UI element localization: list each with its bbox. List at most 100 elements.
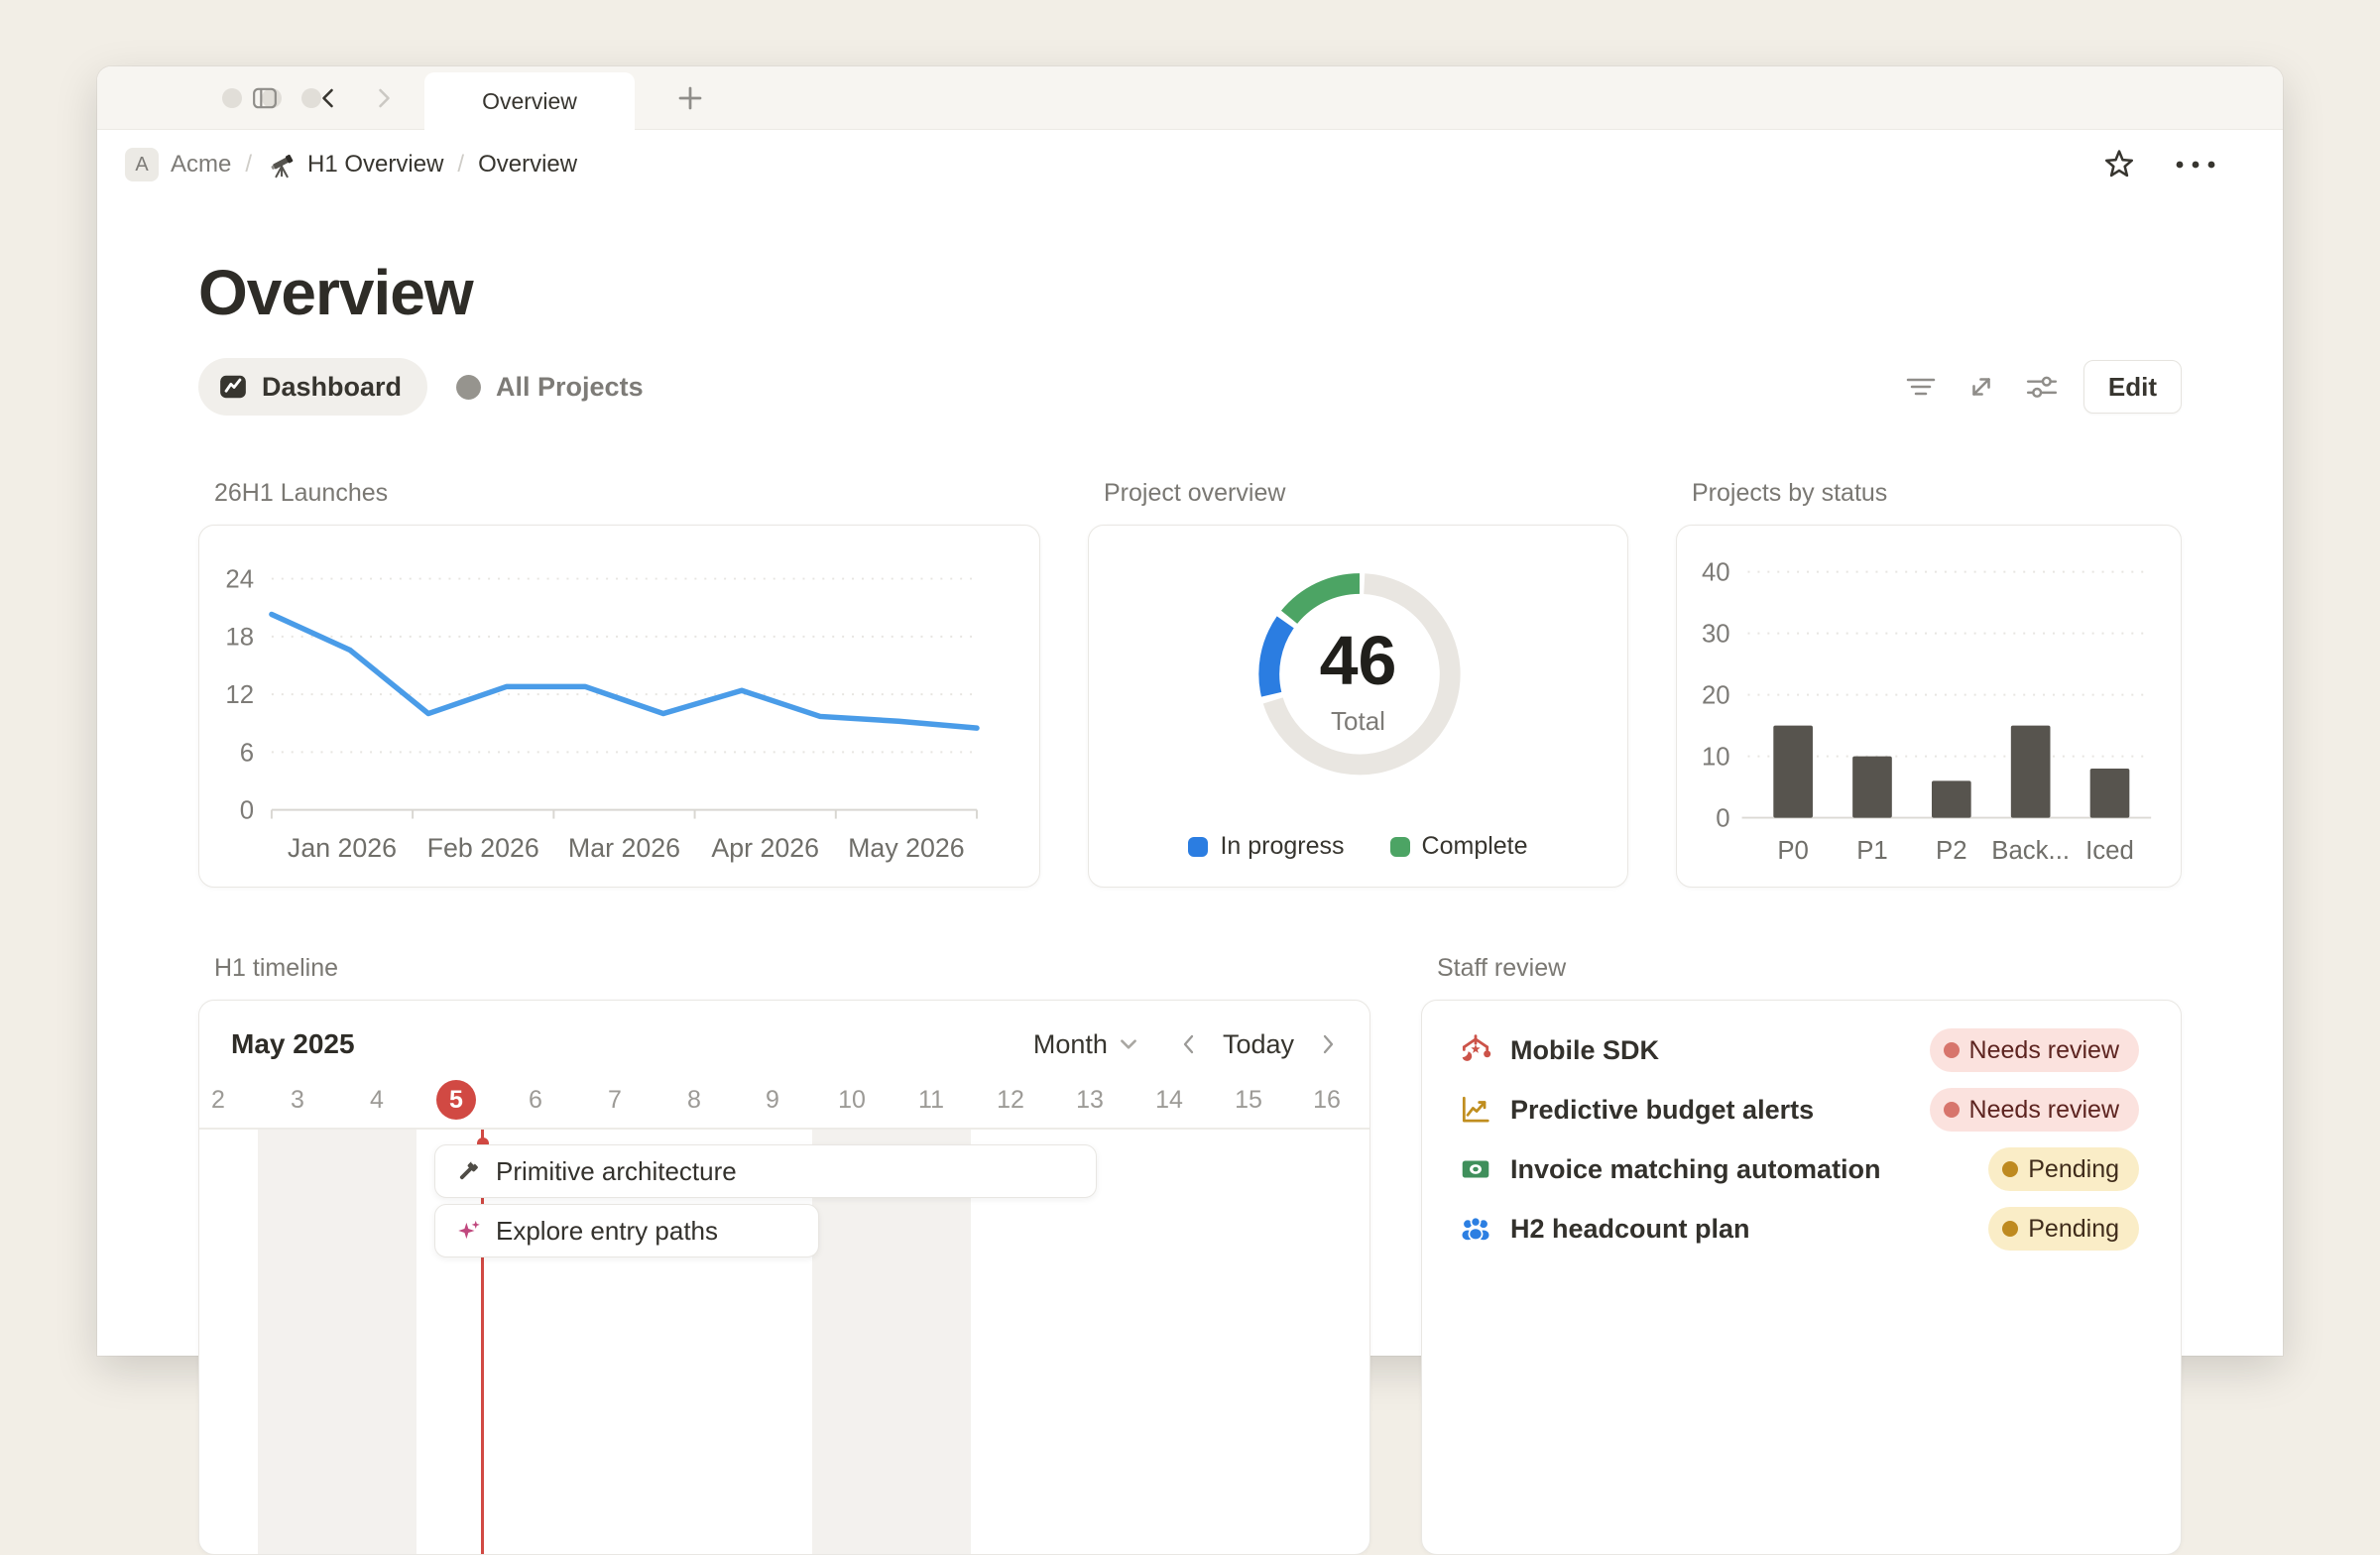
staff-row[interactable]: Predictive budget alerts Needs review xyxy=(1459,1080,2139,1139)
tab-overview[interactable]: Overview xyxy=(424,72,635,130)
breadcrumb-separator: / xyxy=(457,151,464,179)
view-tab-all-projects[interactable]: All Projects xyxy=(455,372,644,403)
filter-icon[interactable] xyxy=(1905,373,1937,401)
legend-item: In progress xyxy=(1188,832,1344,861)
line-chart: 06121824Jan 2026Feb 2026Mar 2026Apr 2026… xyxy=(199,526,1041,886)
timeline-day: 12 xyxy=(971,1080,1050,1120)
bottom-row: H1 timeline May 2025 Month Today xyxy=(198,953,2182,1555)
today-button[interactable]: Today xyxy=(1223,1029,1294,1060)
status-badge: Needs review xyxy=(1930,1088,2139,1132)
svg-text:40: 40 xyxy=(1702,559,1730,587)
project-overview-donut-card: 46 Total In progress Complete xyxy=(1088,525,1628,888)
wrench-icon xyxy=(455,1158,481,1184)
staff-row[interactable]: H2 headcount plan Pending xyxy=(1459,1199,2139,1258)
timeline-header: May 2025 Month Today xyxy=(199,1020,1369,1068)
people-icon xyxy=(1459,1212,1492,1246)
charts-row: 26H1 Launches 06121824Jan 2026Feb 2026Ma… xyxy=(198,478,2182,888)
timeline-event[interactable]: Primitive architecture xyxy=(434,1144,1097,1198)
view-tab-label: All Projects xyxy=(496,372,644,403)
telescope-icon xyxy=(268,150,298,179)
page-body: Overview Dashboard All Projects xyxy=(97,261,2283,1555)
breadcrumb-workspace[interactable]: Acme xyxy=(171,151,231,179)
timeline-day: 14 xyxy=(1130,1080,1209,1120)
status-dot xyxy=(2002,1161,2018,1177)
timeline-nav: Today xyxy=(1179,1029,1338,1060)
legend-label: Complete xyxy=(1422,832,1528,861)
circle-icon xyxy=(455,374,482,401)
svg-text:Iced: Iced xyxy=(2085,837,2134,865)
legend-label: In progress xyxy=(1220,832,1344,861)
timeline-view-selector[interactable]: Month xyxy=(1033,1029,1139,1060)
svg-text:6: 6 xyxy=(240,739,254,767)
timeline-body: Primitive architecture Explore entry pat… xyxy=(199,1130,1369,1555)
svg-text:10: 10 xyxy=(1702,744,1730,772)
widget-label: H1 timeline xyxy=(214,953,1370,983)
breadcrumb-current-page[interactable]: Overview xyxy=(478,151,577,179)
donut-total-label: Total xyxy=(1089,706,1627,737)
svg-text:May 2026: May 2026 xyxy=(848,833,965,863)
expand-icon[interactable] xyxy=(1966,372,1996,402)
settings-sliders-icon[interactable] xyxy=(2026,372,2058,402)
timeline-widget: H1 timeline May 2025 Month Today xyxy=(198,953,1370,1555)
tab-bar: Overview xyxy=(97,66,2283,130)
svg-text:P1: P1 xyxy=(1856,837,1888,865)
chevron-down-icon xyxy=(1118,1034,1139,1054)
svg-text:18: 18 xyxy=(225,624,254,652)
weekend-shade xyxy=(258,1130,416,1555)
breadcrumb-parent-page[interactable]: H1 Overview xyxy=(307,151,443,179)
svg-text:0: 0 xyxy=(240,797,254,825)
back-icon[interactable] xyxy=(317,86,341,110)
svg-text:30: 30 xyxy=(1702,621,1730,649)
launches-widget: 26H1 Launches 06121824Jan 2026Feb 2026Ma… xyxy=(198,478,1040,888)
svg-text:12: 12 xyxy=(225,681,254,709)
timeline-day-row: 2 3 4 5 6 7 8 9 10 11 12 13 14 15 xyxy=(199,1072,1369,1130)
donut-legend: In progress Complete xyxy=(1089,832,1627,861)
launches-line-chart-card: 06121824Jan 2026Feb 2026Mar 2026Apr 2026… xyxy=(198,525,1040,888)
staff-review-widget: Staff review xyxy=(1421,953,2182,1555)
legend-swatch-complete xyxy=(1390,837,1410,857)
status-dot xyxy=(1944,1102,1960,1118)
project-overview-widget: Project overview 46 Total In progress Co… xyxy=(1088,478,1628,888)
traffic-light-close[interactable] xyxy=(222,88,242,108)
svg-text:20: 20 xyxy=(1702,682,1730,710)
projects-by-status-bar-card: 010203040P0P1P2Back...Iced xyxy=(1676,525,2182,888)
donut-total-value: 46 xyxy=(1089,621,1627,700)
event-title: Primitive architecture xyxy=(496,1156,737,1187)
timeline-card: May 2025 Month Today 2 3 xyxy=(198,1000,1370,1555)
svg-text:Apr 2026: Apr 2026 xyxy=(711,833,819,863)
svg-text:Feb 2026: Feb 2026 xyxy=(427,833,539,863)
svg-text:0: 0 xyxy=(1716,804,1729,832)
staff-row[interactable]: Invoice matching automation Pending xyxy=(1459,1139,2139,1199)
staff-item-title: H2 headcount plan xyxy=(1510,1214,1750,1245)
edit-button[interactable]: Edit xyxy=(2083,360,2182,414)
dashboard-chart-icon xyxy=(218,372,248,402)
svg-text:P2: P2 xyxy=(1936,837,1967,865)
view-tab-dashboard[interactable]: Dashboard xyxy=(198,358,427,416)
new-tab-icon[interactable] xyxy=(675,83,705,113)
status-label: Pending xyxy=(2028,1155,2119,1184)
status-label: Needs review xyxy=(1969,1096,2119,1125)
more-options-icon[interactable] xyxy=(2174,159,2217,171)
breadcrumb-separator: / xyxy=(245,151,252,179)
app-window: Overview A Acme / H1 Overview / Overview xyxy=(97,66,2283,1356)
status-badge: Needs review xyxy=(1930,1028,2139,1072)
projects-by-status-widget: Projects by status 010203040P0P1P2Back..… xyxy=(1676,478,2182,888)
mobile-icon xyxy=(1459,1033,1492,1067)
timeline-day: 10 xyxy=(812,1080,892,1120)
svg-text:Mar 2026: Mar 2026 xyxy=(568,833,680,863)
timeline-day-today: 5 xyxy=(416,1080,496,1120)
legend-swatch-in-progress xyxy=(1188,837,1208,857)
sidebar-toggle-icon[interactable] xyxy=(252,85,278,111)
chevron-left-icon[interactable] xyxy=(1179,1032,1199,1056)
svg-text:24: 24 xyxy=(225,565,254,593)
status-dot xyxy=(1944,1042,1960,1058)
timeline-day: 11 xyxy=(892,1080,971,1120)
timeline-day: 4 xyxy=(337,1080,416,1120)
forward-icon[interactable] xyxy=(371,86,395,110)
chevron-right-icon[interactable] xyxy=(1318,1032,1338,1056)
staff-row[interactable]: Mobile SDK Needs review xyxy=(1459,1020,2139,1080)
favorite-star-icon[interactable] xyxy=(2102,148,2136,181)
status-dot xyxy=(2002,1221,2018,1237)
status-badge: Pending xyxy=(1988,1147,2139,1191)
workspace-avatar[interactable]: A xyxy=(125,148,159,181)
